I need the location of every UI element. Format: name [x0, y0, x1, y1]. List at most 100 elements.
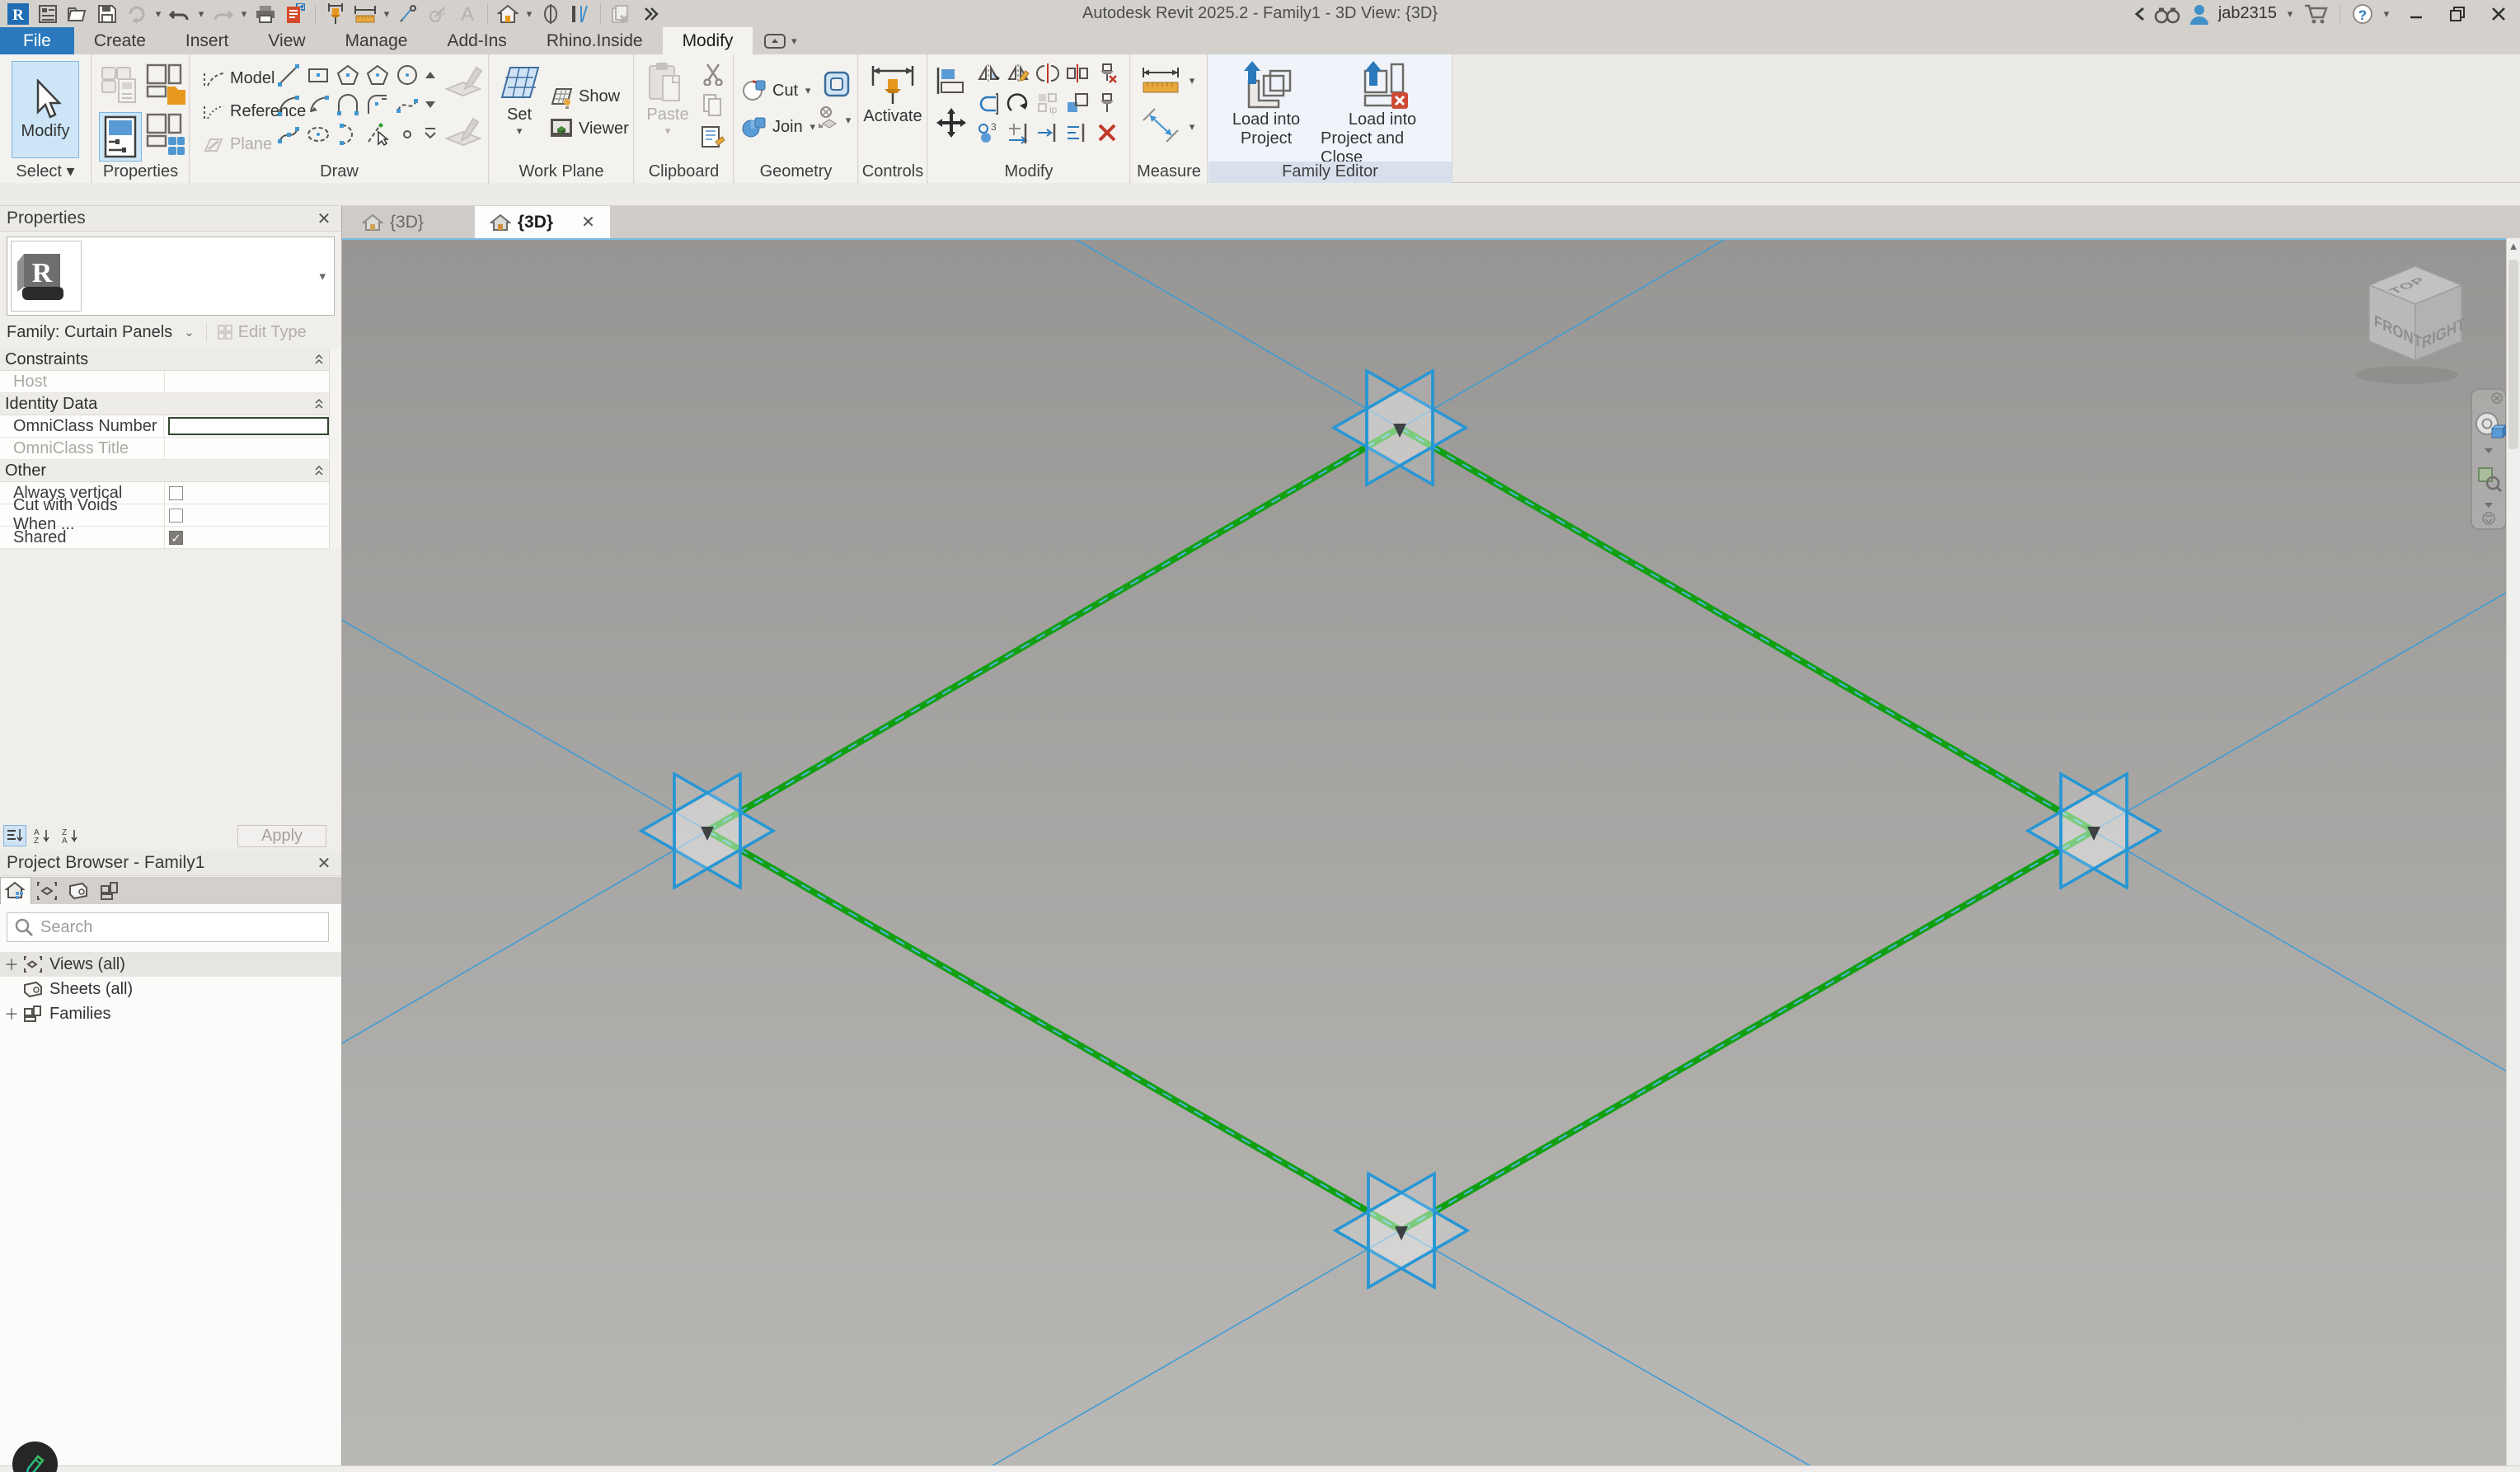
qat-overflow-icon[interactable] [637, 2, 664, 26]
properties-scrollbar[interactable] [329, 349, 341, 549]
measure-dropdown[interactable]: ▾ [382, 7, 392, 21]
join-geometry-button[interactable]: Join▾ [741, 114, 818, 140]
measure-icon[interactable] [352, 2, 378, 26]
draw-arc-start-end-icon[interactable] [275, 91, 303, 119]
export-icon[interactable] [282, 2, 308, 26]
drawing-area[interactable]: TOP FRONT RIGHT [342, 238, 2520, 1472]
default-3d-view-icon[interactable] [495, 2, 521, 26]
view-tab-inactive[interactable]: {3D} [349, 206, 437, 238]
tab-create[interactable]: Create [74, 27, 166, 54]
family-dropdown[interactable]: ⌄ [184, 325, 195, 340]
show-workplane-button[interactable]: Show [549, 84, 620, 109]
store-cart-icon[interactable] [2303, 3, 2328, 25]
home-board-icon[interactable] [35, 2, 61, 26]
tab-view[interactable]: View [248, 27, 325, 54]
cope-icon[interactable] [820, 68, 853, 101]
draw-pick-lines-icon[interactable] [364, 120, 392, 148]
paint-icon[interactable]: 3 [974, 119, 1002, 147]
cut-with-voids-checkbox[interactable] [169, 509, 183, 523]
delete-icon[interactable] [1093, 119, 1121, 147]
type-selector[interactable]: R ▾ [7, 237, 335, 316]
properties-close-icon[interactable]: ✕ [313, 209, 335, 229]
browser-tab-sheets[interactable] [63, 877, 94, 904]
load-into-project-button[interactable]: Load into Project [1217, 59, 1316, 148]
close-button[interactable] [2482, 2, 2515, 26]
print-icon[interactable] [252, 2, 279, 26]
draw-polygon-inscribed-icon[interactable] [334, 61, 362, 89]
activate-controls-button[interactable]: Activate [864, 61, 922, 126]
mirror-draw-axis-icon[interactable] [1004, 59, 1032, 87]
sync-dropdown[interactable]: ▾ [153, 7, 163, 21]
app-logo[interactable]: R [5, 2, 31, 26]
view-tab-active[interactable]: {3D} ✕ [475, 206, 610, 238]
user-dropdown[interactable]: ▾ [2285, 7, 2295, 21]
view-tab-close-icon[interactable]: ✕ [581, 212, 595, 232]
expand-icon[interactable]: ＋ [0, 954, 23, 975]
browser-tab-views[interactable] [31, 877, 63, 904]
load-into-project-and-close-button[interactable]: Load into Project and Close [1321, 59, 1444, 167]
sort-descending-button[interactable]: ZA [59, 825, 82, 846]
offset-icon[interactable] [974, 89, 1002, 117]
browser-search[interactable] [7, 912, 329, 942]
tab-file[interactable]: File [0, 27, 74, 54]
split-element-icon[interactable] [1034, 59, 1062, 87]
draw-rectangle-icon[interactable] [304, 61, 332, 89]
ribbon-collapse-control[interactable]: ▾ [753, 27, 810, 54]
mirror-pick-axis-icon[interactable] [974, 59, 1002, 87]
draw-partial-ellipse-icon[interactable] [334, 120, 362, 148]
draw-line-icon[interactable] [275, 61, 303, 89]
workplane-viewer-button[interactable]: Viewer [549, 117, 629, 140]
draw-scroll-up-icon[interactable] [421, 61, 439, 89]
search-input[interactable] [40, 918, 321, 937]
line-style-model[interactable]: Model [202, 69, 275, 88]
undo-icon[interactable] [167, 2, 193, 26]
canvas-scrollbar[interactable]: ▲ [2506, 238, 2520, 1465]
draw-polygon-circumscribed-icon[interactable] [364, 61, 392, 89]
draw-circle-icon[interactable] [393, 61, 421, 89]
restore-button[interactable] [2441, 2, 2474, 26]
browser-tab-families[interactable] [94, 877, 125, 904]
draw-spline-icon[interactable] [393, 91, 421, 119]
draw-scroll-down-icon[interactable] [421, 91, 439, 119]
help-icon[interactable]: ? [2352, 3, 2373, 25]
align-icon[interactable] [933, 63, 969, 99]
aligned-dimension-icon[interactable] [1139, 105, 1182, 145]
modify-pin-icon[interactable] [322, 2, 349, 26]
draw-arc-tangent-icon[interactable] [334, 91, 362, 119]
section-icon[interactable] [537, 2, 564, 26]
type-selector-dropdown[interactable]: ▾ [319, 269, 326, 284]
scroll-up-icon[interactable]: ▲ [2507, 240, 2520, 252]
pin-icon[interactable] [1093, 89, 1121, 117]
tree-item-families[interactable]: ＋ Families [0, 1001, 341, 1026]
draw-ellipse-icon[interactable] [304, 120, 332, 148]
tab-addins[interactable]: Add-Ins [427, 27, 526, 54]
section-constraints[interactable]: Constraints [0, 349, 329, 371]
family-category-icon[interactable] [145, 63, 188, 109]
tab-modify[interactable]: Modify [663, 27, 753, 54]
user-avatar-icon[interactable] [2189, 3, 2210, 25]
cut-geometry-button[interactable]: Cut▾ [741, 77, 813, 104]
thin-lines-icon[interactable] [567, 2, 594, 26]
minimize-button[interactable] [2400, 2, 2433, 26]
draw-point-element-icon[interactable] [393, 120, 421, 148]
set-workplane-button[interactable]: Set▾ [495, 61, 544, 138]
geometry-more-dropdown[interactable]: ▾ [843, 114, 853, 127]
scrollbar-thumb[interactable] [2508, 260, 2518, 449]
family-types-dialog-icon[interactable] [145, 112, 188, 158]
shared-checkbox[interactable]: ✓ [169, 531, 183, 545]
move-icon[interactable] [933, 105, 969, 142]
family-name[interactable]: Family: Curtain Panels [7, 323, 172, 342]
tree-item-views[interactable]: ＋ Views (all) [0, 952, 341, 977]
scale-icon[interactable] [1063, 89, 1091, 117]
tab-manage[interactable]: Manage [326, 27, 428, 54]
omniclass-number-input[interactable] [168, 417, 329, 435]
view-dropdown[interactable]: ▾ [524, 7, 534, 21]
expand-icon[interactable]: ＋ [0, 1003, 23, 1024]
draw-arc-center-ends-icon[interactable] [304, 91, 332, 119]
always-vertical-checkbox[interactable] [169, 486, 183, 500]
draw-spline-points-icon[interactable] [275, 120, 303, 148]
section-identity-data[interactable]: Identity Data [0, 393, 329, 415]
aligned-dimension-dropdown[interactable]: ▾ [1187, 120, 1197, 134]
search-binoculars-icon[interactable] [2154, 4, 2180, 24]
trim-extend-multi-icon[interactable] [1063, 119, 1091, 147]
